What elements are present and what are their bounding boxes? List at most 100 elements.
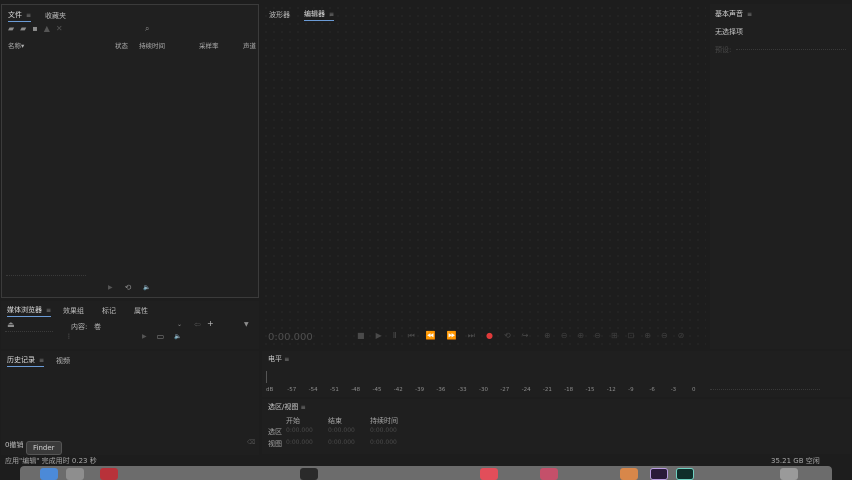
column-name[interactable]: 名称▾ (8, 40, 24, 50)
new-file-icon[interactable]: ▪ (32, 25, 37, 33)
zoom-in-time-icon[interactable]: ⊕ (577, 332, 584, 340)
filter-icon[interactable]: ▼ (244, 321, 249, 329)
media-volume-icon[interactable]: 🔈 (174, 333, 181, 341)
levels-menu-icon[interactable]: ≡ (284, 356, 289, 363)
level-tick-label: -42 (393, 387, 403, 393)
transport-controls: ■ ▶ Ⅱ ⏮ ⏪ ⏩ ⏭ ● ⟲ ↪ (357, 332, 528, 340)
zoom-out-time-icon[interactable]: ⊖ (594, 332, 601, 340)
history-delete-icon[interactable]: ⌫ (247, 439, 255, 447)
row-selection-start[interactable]: 0:00.000 (286, 427, 313, 434)
row-selection-end[interactable]: 0:00.000 (328, 427, 355, 434)
editor-tabbar: 波形器 编辑器 ≡ (269, 8, 335, 21)
stop-icon[interactable]: ■ (357, 332, 365, 340)
tab-files[interactable]: 文件 ≡ (8, 9, 32, 22)
tab-video[interactable]: 视频 (56, 355, 70, 367)
editor-menu-icon[interactable]: ≡ (329, 11, 334, 18)
history-menu-icon[interactable]: ≡ (39, 357, 44, 364)
dock-app-pink[interactable] (540, 468, 558, 480)
row-view-start[interactable]: 0:00.000 (286, 439, 313, 446)
finder-tooltip: Finder (26, 441, 62, 455)
to-start-icon[interactable]: ⏮ (408, 332, 415, 340)
search-icon[interactable]: ⌕ (145, 25, 149, 33)
content-value[interactable]: 卷 (94, 322, 101, 332)
essential-sound-menu-icon[interactable]: ≡ (747, 11, 752, 18)
nav-back-icon[interactable]: ⇦ (194, 321, 201, 329)
files-menu-icon[interactable]: ≡ (26, 12, 31, 19)
fast-forward-icon[interactable]: ⏩ (447, 332, 457, 340)
dock-app-trash[interactable] (780, 468, 798, 480)
media-splitter-handle[interactable]: ⋮ (66, 333, 72, 341)
preview-loop-icon[interactable]: ⟲ (125, 284, 132, 292)
media-menu-icon[interactable]: ≡ (46, 307, 51, 314)
zoom-reset-icon[interactable]: ⊘ (678, 332, 685, 340)
dock-app-launchpad[interactable] (66, 468, 84, 480)
levels-right-scrollbar[interactable] (710, 389, 820, 390)
row-selection-duration[interactable]: 0:00.000 (370, 427, 397, 434)
header-duration: 持续时间 (370, 417, 398, 425)
files-preview-controls: ▶ ⟲ 🔈 (108, 284, 151, 292)
record-icon[interactable]: ● (486, 332, 493, 340)
files-toolbar: ▰ ▰ ▪ ▲ ✕ (8, 25, 63, 33)
row-view-duration[interactable]: 0:00.000 (370, 439, 397, 446)
dock-app-red[interactable] (100, 468, 118, 480)
skip-icon[interactable]: ↪ (522, 332, 529, 340)
finder-tooltip-label: Finder (33, 444, 55, 452)
zoom-in-amplitude-icon[interactable]: ⊕ (544, 332, 551, 340)
close-file-icon[interactable]: ✕ (56, 25, 63, 33)
add-shortcut-icon[interactable]: + (207, 320, 214, 328)
level-tick-label: -33 (457, 387, 467, 393)
column-duration[interactable]: 持续时间 (139, 40, 165, 50)
levels-title-label: 电平 (268, 355, 282, 363)
levels-meter (266, 371, 696, 383)
dock-app-orange[interactable] (620, 468, 638, 480)
tab-effects-group[interactable]: 效果组 (63, 305, 84, 317)
drive-icon[interactable]: ⏏ (7, 321, 15, 329)
dock-app-music[interactable] (480, 468, 498, 480)
level-tick-label: -6 (649, 387, 655, 393)
import-icon[interactable]: ▰ (20, 25, 26, 33)
media-panel: 媒体浏览器 ≡ 效果组 标记 属性 ⏏ 内容: 卷 ⌄ ⇦ + ▼ ⋮ ▶ ▭ … (1, 301, 259, 349)
tab-essential-sound[interactable]: 基本声音 ≡ (715, 8, 752, 20)
dock-app-audition[interactable] (676, 468, 694, 480)
preset-dropdown[interactable] (736, 49, 846, 50)
row-view-end[interactable]: 0:00.000 (328, 439, 355, 446)
open-folder-icon[interactable]: ▰ (8, 25, 14, 33)
selection-view-menu-icon[interactable]: ≡ (301, 404, 306, 411)
preview-volume-icon[interactable]: 🔈 (143, 284, 150, 292)
tab-properties[interactable]: 属性 (134, 305, 148, 317)
rewind-icon[interactable]: ⏪ (426, 332, 436, 340)
zoom-selection-icon[interactable]: ⊡ (628, 332, 635, 340)
tab-favorites[interactable]: 收藏夹 (45, 10, 66, 22)
zoom-out-playhead-icon[interactable]: ⊖ (661, 332, 668, 340)
play-icon[interactable]: ▶ (376, 332, 382, 340)
level-tick-label: -39 (415, 387, 425, 393)
tab-history[interactable]: 历史记录 ≡ (7, 354, 45, 367)
zoom-out-full-icon[interactable]: ⊞ (611, 332, 618, 340)
content-dropdown-icon[interactable]: ⌄ (177, 321, 182, 329)
essential-sound-title: 基本声音 (715, 10, 743, 18)
files-scrollbar[interactable] (6, 275, 86, 276)
loop-playback-icon[interactable]: ⟲ (504, 332, 511, 340)
tab-markers[interactable]: 标记 (102, 305, 116, 317)
selection-view-panel: 选区/视图 ≡ 开始 结束 持续时间 选区 0:00.000 0:00.000 … (262, 399, 851, 454)
zoom-out-amplitude-icon[interactable]: ⊖ (561, 332, 568, 340)
media-loop-icon[interactable]: ▭ (157, 333, 165, 341)
insert-icon[interactable]: ▲ (44, 25, 50, 33)
no-selection-text: 无选择项 (715, 28, 743, 36)
dock-app-premiere[interactable] (650, 468, 668, 480)
pause-icon[interactable]: Ⅱ (393, 332, 397, 340)
preview-play-icon[interactable]: ▶ (108, 284, 113, 292)
zoom-in-playhead-icon[interactable]: ⊕ (644, 332, 651, 340)
column-sample-rate[interactable]: 采样率 (199, 40, 219, 50)
dock-app-finder[interactable] (40, 468, 58, 480)
dock-app-terminal[interactable] (300, 468, 318, 480)
tab-favorites-label: 收藏夹 (45, 11, 67, 20)
media-play-icon[interactable]: ▶ (142, 333, 147, 341)
tab-waveform[interactable]: 波形器 (269, 9, 290, 21)
to-end-icon[interactable]: ⏭ (468, 332, 475, 340)
tab-editor[interactable]: 编辑器 ≡ (304, 8, 335, 21)
column-channels[interactable]: 声道 (243, 40, 256, 50)
tab-media-browser[interactable]: 媒体浏览器 ≡ (7, 304, 52, 317)
timecode-display[interactable]: 0:00.000 (268, 332, 313, 343)
column-status[interactable]: 状态 (115, 40, 128, 50)
